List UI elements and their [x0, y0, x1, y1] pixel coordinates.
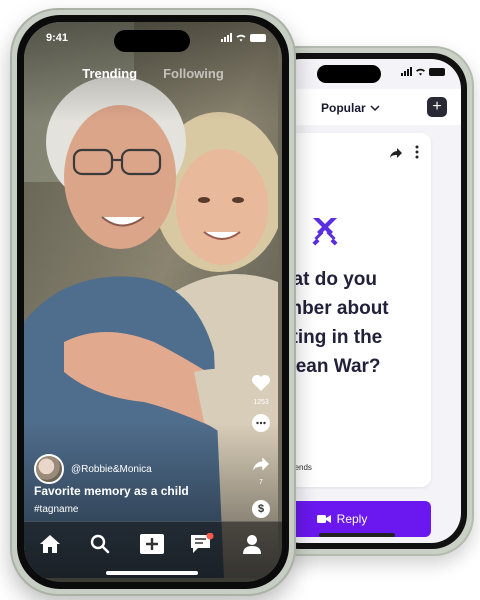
battery-icon	[429, 67, 445, 76]
share-action[interactable]: 7	[250, 456, 272, 486]
back-phone-screen: Popular + What do you nember about ighti…	[271, 59, 461, 543]
home-indicator	[319, 533, 395, 537]
front-phone-screen: 9:41 Trending Following 1253 7 $ @Robbie…	[24, 22, 282, 582]
like-count: 1253	[253, 399, 269, 406]
post-author[interactable]: @Robbie&Monica	[34, 454, 152, 484]
wifi-icon	[416, 68, 425, 76]
nav-profile[interactable]	[240, 532, 264, 556]
nav-create[interactable]	[140, 532, 164, 556]
status-icons	[401, 67, 445, 76]
add-icon	[140, 534, 164, 554]
bottom-tab-bar	[24, 521, 282, 582]
comment-action[interactable]	[250, 414, 272, 432]
status-icons	[221, 33, 266, 42]
share-count: 7	[259, 479, 263, 486]
crossed-swords-icon	[312, 218, 338, 246]
status-time: 9:41	[46, 32, 69, 44]
home-icon	[40, 535, 60, 553]
more-options-icon[interactable]	[415, 145, 419, 159]
sort-dropdown[interactable]: Popular	[321, 101, 380, 115]
front-phone: 9:41 Trending Following 1253 7 $ @Robbie…	[10, 8, 296, 596]
like-action[interactable]: 1253	[250, 374, 272, 406]
video-camera-icon	[316, 515, 331, 523]
add-button[interactable]: +	[427, 97, 447, 117]
sort-label: Popular	[321, 101, 366, 115]
search-icon	[90, 534, 110, 554]
share-icon[interactable]	[389, 147, 403, 159]
post-caption: Favorite memory as a child	[34, 484, 189, 498]
chevron-down-icon	[370, 104, 380, 111]
tab-following[interactable]: Following	[163, 66, 224, 81]
profile-icon	[243, 535, 261, 554]
post-hashtag[interactable]: #tagname	[34, 504, 78, 515]
wifi-icon	[236, 34, 246, 42]
reply-label: Reply	[336, 512, 368, 526]
author-handle[interactable]: @Robbie&Monica	[71, 464, 152, 475]
dynamic-island	[114, 30, 190, 52]
nav-messages[interactable]	[190, 532, 214, 556]
avatar[interactable]	[34, 454, 64, 484]
dollar-icon: $	[252, 500, 270, 518]
dynamic-island	[317, 65, 381, 83]
nav-search[interactable]	[88, 532, 112, 556]
nav-home[interactable]	[38, 532, 62, 556]
comment-icon	[252, 414, 270, 432]
signal-icon	[221, 33, 232, 42]
feed-tabs: Trending Following	[24, 66, 282, 81]
home-indicator	[106, 571, 198, 575]
heart-icon	[252, 375, 270, 391]
tab-trending[interactable]: Trending	[82, 66, 137, 81]
battery-icon	[250, 33, 266, 42]
feed-header: Popular +	[271, 89, 461, 125]
plus-icon: +	[432, 98, 442, 115]
messages-icon	[191, 533, 214, 553]
signal-icon	[401, 67, 412, 76]
share-icon	[253, 457, 269, 471]
tip-action[interactable]: $	[250, 500, 272, 518]
